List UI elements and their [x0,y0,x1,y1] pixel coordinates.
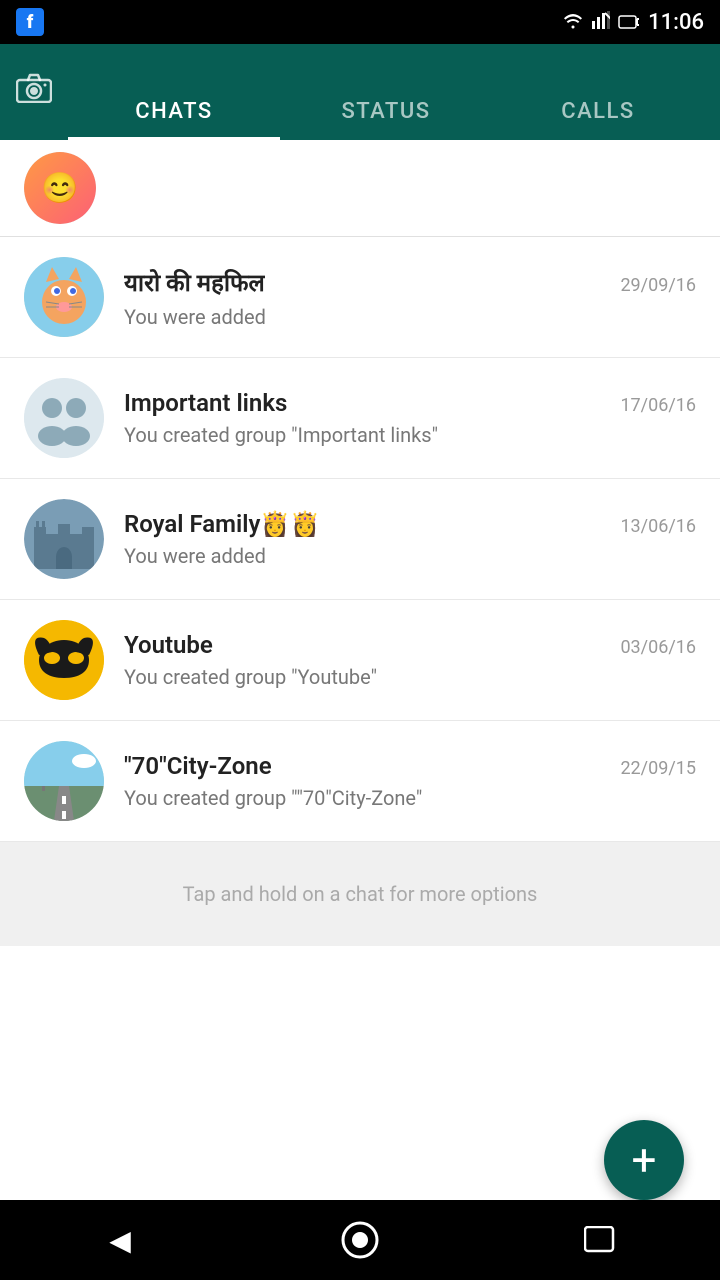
recent-apps-button[interactable] [570,1210,630,1270]
chat-name: "70"City-Zone [124,752,272,780]
chat-item[interactable]: Important links 17/06/16 You created gro… [0,358,720,479]
chat-last-message: You created group ""70"City-Zone" [124,786,696,810]
avatar: 70 [24,741,104,821]
chat-content: "70"City-Zone 22/09/15 You created group… [124,752,696,810]
tab-bar: CHATS STATUS CALLS [68,44,704,140]
facebook-icon: f [16,8,44,36]
time-display: 11:06 [648,10,704,35]
chat-top: "70"City-Zone 22/09/15 [124,752,696,780]
chat-item[interactable]: Youtube 03/06/16 You created group "Yout… [0,600,720,721]
chat-top: Royal Family👸👸 13/06/16 [124,510,696,538]
chat-top: Important links 17/06/16 [124,389,696,417]
chat-item[interactable]: 70 "70"City-Zone 22/09/15 You created gr… [0,721,720,842]
chat-item-partial[interactable]: 😊 [0,140,720,237]
chat-content: यारो की महफिल 29/09/16 You were added [124,266,696,329]
bottom-navigation: ◀ [0,1200,720,1280]
avatar [24,499,104,579]
new-chat-fab[interactable]: + [604,1120,684,1200]
chat-content: Royal Family👸👸 13/06/16 You were added [124,510,696,568]
chat-item[interactable]: यारो की महफिल 29/09/16 You were added [0,237,720,358]
chat-top: यारो की महफिल 29/09/16 [124,266,696,299]
status-bar: f 11:06 [0,0,720,44]
avatar [24,378,104,458]
camera-icon[interactable] [16,73,52,111]
chat-list: 😊 [0,140,720,1200]
wifi-icon [562,10,584,35]
chat-item[interactable]: Royal Family👸👸 13/06/16 You were added [0,479,720,600]
chat-date: 03/06/16 [620,637,696,658]
chat-date: 22/09/15 [620,758,696,779]
status-bar-right: 11:06 [562,10,704,35]
status-bar-left: f [16,8,44,36]
signal-icon [592,10,610,35]
chat-content: Youtube 03/06/16 You created group "Yout… [124,631,696,689]
app-bar: CHATS STATUS CALLS [0,44,720,140]
avatar-partial: 😊 [24,152,96,224]
chat-last-message: You created group "Important links" [124,423,696,447]
tab-calls[interactable]: CALLS [492,99,704,140]
chat-name: Youtube [124,631,213,659]
home-button[interactable] [330,1210,390,1270]
chat-name: Royal Family👸👸 [124,510,320,538]
tab-chats[interactable]: CHATS [68,99,280,140]
hint-text: Tap and hold on a chat for more options [0,842,720,946]
avatar [24,257,104,337]
back-button[interactable]: ◀ [90,1210,150,1270]
avatar [24,620,104,700]
chat-content: Important links 17/06/16 You created gro… [124,389,696,447]
chat-last-message: You were added [124,544,696,568]
chat-date: 13/06/16 [620,516,696,537]
tab-status[interactable]: STATUS [280,99,492,140]
chat-top: Youtube 03/06/16 [124,631,696,659]
battery-icon [618,10,640,35]
chat-last-message: You were added [124,305,696,329]
chat-last-message: You created group "Youtube" [124,665,696,689]
chat-date: 17/06/16 [620,395,696,416]
chat-name: यारो की महफिल [124,266,265,299]
chat-date: 29/09/16 [620,275,696,296]
chat-name: Important links [124,389,287,417]
